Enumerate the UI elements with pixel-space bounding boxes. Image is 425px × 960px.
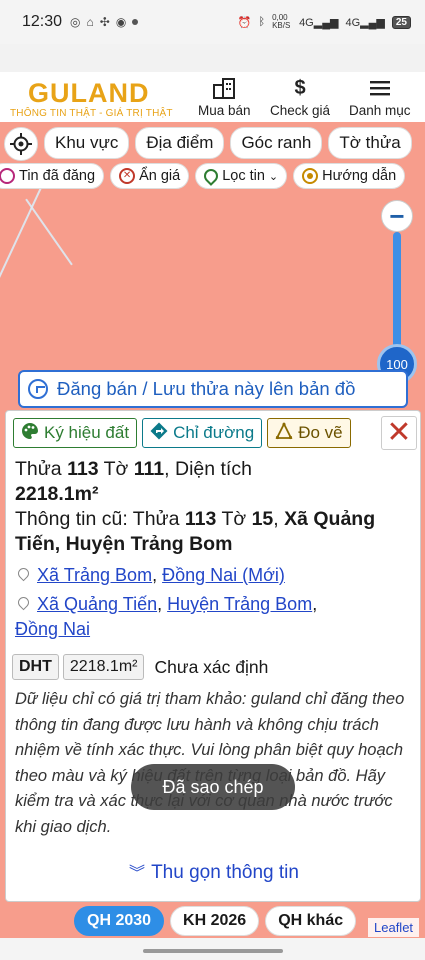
land-tags: DHT 2218.1m² Chưa xác định	[12, 654, 268, 680]
tab-kh-2026[interactable]: KH 2026	[170, 906, 260, 936]
link-province-new[interactable]: Đồng Nai (Mới)	[162, 565, 285, 585]
land-type-badge: DHT	[12, 654, 59, 680]
nav-check-gia[interactable]: $ Check giá	[270, 76, 330, 119]
guland-g-icon	[28, 379, 48, 399]
leaflet-attribution[interactable]: Leaflet	[368, 918, 420, 937]
notification-dot-icon	[132, 19, 139, 25]
network-speed: 0,00 KB/S	[272, 13, 291, 30]
app-icon: ◉	[115, 15, 127, 29]
location-pin-icon	[15, 565, 32, 582]
link-district-old[interactable]: Huyện Trảng Bom	[167, 594, 312, 614]
link-province-old[interactable]: Đồng Nai	[15, 619, 90, 639]
system-nav-bar	[0, 938, 425, 960]
planning-status: Chưa xác định	[154, 656, 269, 677]
brand-name: GULAND	[28, 78, 150, 108]
hide-price-icon: ✕	[119, 168, 136, 184]
locate-icon[interactable]	[4, 127, 38, 161]
directions-button[interactable]: Chỉ đường	[142, 418, 263, 448]
zoom-slider-track[interactable]	[393, 232, 401, 352]
address-old: Xã Quảng Tiến, Huyện Trảng Bom, Đồng Nai	[15, 594, 318, 639]
zoom-out-button[interactable]: −	[381, 200, 413, 232]
publish-parcel-button[interactable]: Đăng bán / Lưu thửa này lên bản đồ	[18, 370, 408, 408]
location-pin-icon	[201, 166, 222, 186]
nav-danh-muc[interactable]: Danh mục	[349, 76, 411, 118]
slack-icon: ✣	[99, 15, 110, 29]
double-chevron-down-icon: ︾	[129, 865, 146, 882]
land-symbol-button[interactable]: Ký hiệu đất	[13, 418, 138, 448]
parcel-old-info: Thông tin cũ: Thửa 113 Tờ 15, Xã Quảng T…	[15, 508, 376, 555]
dollar-icon: $	[294, 76, 306, 99]
bluetooth-icon: ᛒ	[258, 16, 266, 28]
filter-huong-dan[interactable]: Hướng dẫn	[293, 163, 406, 189]
location-pin-icon	[15, 594, 32, 611]
nav-mua-ban[interactable]: Mua bán	[198, 76, 251, 118]
building-icon	[212, 76, 236, 100]
parcel-info-panel: Ký hiệu đất Chỉ đường Đo vẽ ✕ Thửa 113 T…	[5, 410, 421, 902]
brand-tagline: THÔNG TIN THẬT - GIÁ TRỊ THẬT	[10, 108, 173, 119]
directions-icon	[150, 422, 168, 445]
filter-tin-da-dang[interactable]: Tin đã đăng	[0, 163, 105, 189]
status-time: 12:30	[22, 13, 63, 30]
menu-icon	[369, 76, 391, 100]
parcel-summary: Thửa 113 Tờ 111, Diện tích 2218.1m² Thôn…	[15, 457, 415, 557]
battery-icon: 25	[391, 15, 411, 29]
alarm-icon: ⏰	[237, 16, 252, 29]
posted-icon	[0, 168, 15, 184]
panel-actions: Ký hiệu đất Chỉ đường Đo vẽ	[13, 418, 351, 448]
filter-row-primary: Khu vực Địa điểm Góc ranh Tờ thửa	[4, 127, 412, 161]
filter-row-secondary: Tin đã đăng ✕ Ẩn giá Lọc tin ⌄ Hướng dẫn	[0, 163, 406, 189]
tab-qh-khac[interactable]: QH khác	[265, 906, 357, 936]
map-layer-tabs: QH 2030 KH 2026 QH khác	[74, 906, 357, 936]
address-new: Xã Trảng Bom, Đồng Nai (Mới)	[15, 563, 415, 588]
map-road	[25, 198, 73, 266]
filter-khu-vuc[interactable]: Khu vực	[44, 127, 130, 159]
filter-goc-ranh[interactable]: Góc ranh	[230, 127, 323, 159]
home-icon: ⌂	[86, 15, 94, 29]
collapse-info-button[interactable]: ︾ Thu gọn thông tin	[6, 859, 420, 884]
parcel-current: Thửa 113 Tờ 111, Diện tích 2218.1m²	[15, 458, 252, 505]
copied-toast: Đã sao chép	[131, 764, 295, 810]
guland-logo[interactable]: GULAND THÔNG TIN THẬT - GIÁ TRỊ THẬT	[8, 76, 178, 120]
guide-icon	[302, 168, 319, 184]
filter-to-thua[interactable]: Tờ thửa	[328, 127, 412, 159]
land-area-badge: 2218.1m²	[62, 654, 145, 680]
link-commune-old[interactable]: Xã Quảng Tiến	[37, 594, 157, 614]
app-header: GULAND THÔNG TIN THẬT - GIÁ TRỊ THẬT Mua…	[0, 72, 425, 122]
measure-icon	[275, 421, 293, 445]
status-bar: 12:30 ◎ ⌂ ✣ ◉ ⏰ ᛒ 0,00 KB/S 4G▂▄▆ 4G▂▄▆ …	[0, 0, 425, 44]
map-road	[0, 188, 42, 316]
filter-dia-diem[interactable]: Địa điểm	[135, 127, 225, 159]
filter-an-gia[interactable]: ✕ Ẩn giá	[110, 163, 190, 189]
palette-icon	[21, 422, 39, 445]
filter-loc-tin[interactable]: Lọc tin ⌄	[195, 163, 288, 189]
measure-button[interactable]: Đo vẽ	[267, 418, 351, 448]
signal-icon: 4G▂▄▆	[299, 16, 339, 29]
tab-qh-2030[interactable]: QH 2030	[74, 906, 165, 936]
close-panel-button[interactable]: ✕	[381, 416, 417, 450]
chevron-down-icon: ⌄	[268, 170, 279, 183]
home-indicator[interactable]	[143, 949, 283, 953]
messenger-icon: ◎	[70, 15, 81, 29]
signal-icon-2: 4G▂▄▆	[345, 16, 385, 29]
link-commune-new[interactable]: Xã Trảng Bom	[37, 565, 152, 585]
